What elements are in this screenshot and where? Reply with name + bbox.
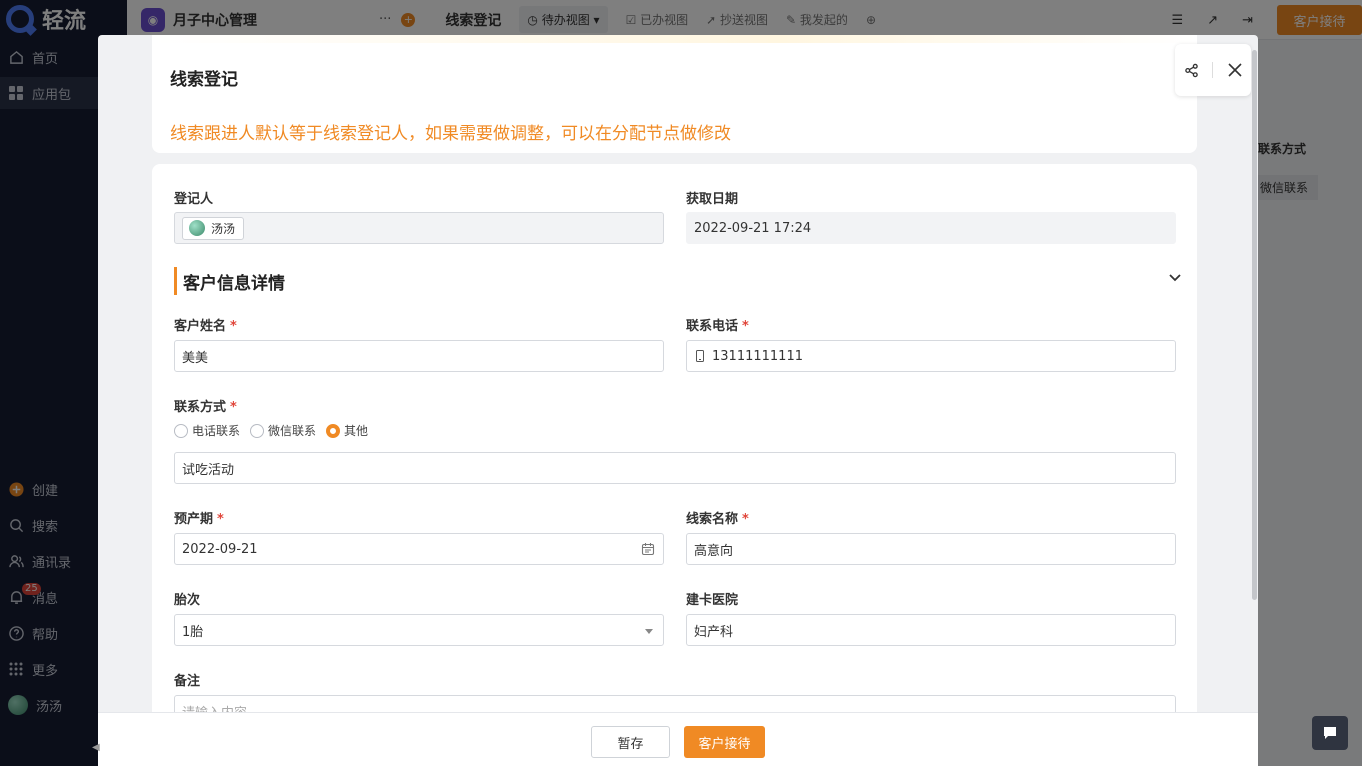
modal-footer: 暂存 客户接待 xyxy=(98,712,1258,766)
acquire-date-value: 2022-09-21 17:24 xyxy=(694,220,812,236)
avatar xyxy=(189,220,205,236)
required-mark: * xyxy=(230,319,237,334)
form-description: 线索跟进人默认等于线索登记人，如果需要做调整，可以在分配节点做修改 xyxy=(170,124,731,144)
close-icon[interactable] xyxy=(1224,59,1246,81)
phone-input[interactable]: 13111111111 xyxy=(686,340,1176,372)
lead-name-input[interactable]: 高意向 xyxy=(686,533,1176,565)
required-mark: * xyxy=(742,319,749,334)
hospital-input[interactable]: 妇产科 xyxy=(686,614,1176,646)
parity-select[interactable]: 1胎 xyxy=(174,614,664,646)
section-customer-info: 客户信息详情 xyxy=(174,267,285,295)
contact-other-input[interactable]: 试吃活动 xyxy=(174,452,1176,484)
phone-label: 联系电话 * xyxy=(686,315,749,334)
label-text: 客户姓名 xyxy=(174,319,227,334)
form-modal: 线索登记 线索跟进人默认等于线索登记人，如果需要做调整，可以在分配节点做修改 登… xyxy=(98,35,1258,766)
collapse-arrow-icon[interactable]: ◀ xyxy=(92,742,100,753)
radio-label: 电话联系 xyxy=(192,424,241,438)
scrollbar[interactable] xyxy=(1252,50,1257,600)
required-mark: * xyxy=(217,512,224,527)
form-body: 登记人 汤汤 获取日期 2022-09-21 17:24 客户信息详情 客户姓名… xyxy=(152,164,1197,724)
label-text: 线索名称 xyxy=(686,512,739,527)
acquire-date-label: 获取日期 xyxy=(686,192,739,207)
calendar-icon[interactable] xyxy=(641,542,655,556)
hospital-label: 建卡医院 xyxy=(686,593,739,608)
modal-tools xyxy=(1175,44,1251,96)
customer-name-input[interactable]: 美美 xyxy=(174,340,664,372)
lead-name-value: 高意向 xyxy=(694,543,734,559)
save-draft-button[interactable]: 暂存 xyxy=(591,726,670,758)
customer-name-value: 美美 xyxy=(182,350,209,366)
due-date-picker[interactable]: 2022-09-21 xyxy=(174,533,664,565)
acquire-date-field: 2022-09-21 17:24 xyxy=(686,212,1176,244)
required-mark: * xyxy=(230,400,237,415)
divider xyxy=(1212,62,1214,78)
share-icon[interactable] xyxy=(1180,59,1202,81)
mobile-phone-icon xyxy=(696,350,704,362)
required-mark: * xyxy=(742,512,749,527)
label-text: 联系电话 xyxy=(686,319,739,334)
radio-circle xyxy=(174,423,188,438)
radio-circle xyxy=(250,423,265,438)
radio-circle-checked xyxy=(326,423,341,438)
registrant-field: 汤汤 xyxy=(174,212,664,244)
contact-method-radios: 电话联系 微信联系 其他 xyxy=(174,422,372,439)
phone-value: 13111111111 xyxy=(712,348,803,364)
parity-label: 胎次 xyxy=(174,593,201,608)
customer-reception-submit-button[interactable]: 客户接待 xyxy=(684,726,765,758)
radio-label: 微信联系 xyxy=(268,424,317,438)
caret-down-icon xyxy=(645,629,653,634)
hospital-value: 妇产科 xyxy=(694,624,734,640)
radio-other[interactable]: 其他 xyxy=(326,422,368,439)
radio-label: 其他 xyxy=(344,424,369,438)
due-date-label: 预产期 * xyxy=(174,508,224,527)
label-text: 预产期 xyxy=(174,512,214,527)
chat-icon xyxy=(1324,727,1336,739)
chevron-down-icon[interactable] xyxy=(1167,267,1183,287)
parity-value: 1胎 xyxy=(182,624,204,640)
form-header: 线索登记 线索跟进人默认等于线索登记人，如果需要做调整，可以在分配节点做修改 xyxy=(152,35,1197,153)
user-chip-name: 汤汤 xyxy=(211,221,236,236)
user-chip: 汤汤 xyxy=(182,216,245,240)
form-title: 线索登记 xyxy=(170,70,238,90)
registrant-label: 登记人 xyxy=(174,192,214,207)
chat-button[interactable] xyxy=(1312,716,1348,750)
label-text: 联系方式 xyxy=(174,400,227,415)
remark-label: 备注 xyxy=(174,674,201,689)
due-date-value: 2022-09-21 xyxy=(182,541,258,557)
radio-phone-contact[interactable]: 电话联系 xyxy=(174,422,240,439)
radio-wechat-contact[interactable]: 微信联系 xyxy=(250,422,316,439)
lead-name-label: 线索名称 * xyxy=(686,508,749,527)
customer-name-label: 客户姓名 * xyxy=(174,315,237,334)
contact-other-value: 试吃活动 xyxy=(182,462,235,478)
contact-method-label: 联系方式 * xyxy=(174,396,237,415)
